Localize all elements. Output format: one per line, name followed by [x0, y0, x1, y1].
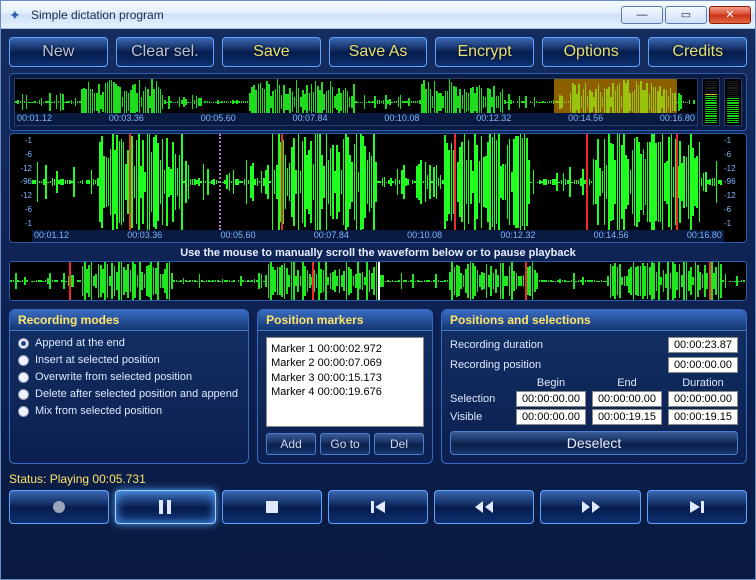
- selection-begin: 00:00:00.00: [516, 391, 586, 407]
- recording-mode-option[interactable]: Append at the end: [18, 337, 240, 349]
- marker-item[interactable]: Marker 2 00:00:07.069: [271, 356, 419, 370]
- marker-item[interactable]: Marker 1 00:00:02.972: [271, 342, 419, 356]
- minimize-button[interactable]: —: [621, 6, 663, 24]
- marker-item[interactable]: Marker 4 00:00:19.676: [271, 385, 419, 399]
- recording-mode-label: Insert at selected position: [35, 354, 160, 366]
- window-title: Simple dictation program: [31, 8, 621, 22]
- recording-mode-label: Overwrite from selected position: [35, 371, 192, 383]
- waveform-scroll[interactable]: [9, 261, 747, 301]
- credits-button[interactable]: Credits: [648, 37, 747, 67]
- waveform-overview[interactable]: 00:01.1200:03.3600:05.6000:07.8400:10.08…: [14, 78, 698, 126]
- positions-panel: Positions and selections Recording durat…: [441, 309, 747, 464]
- recording-modes-title: Recording modes: [10, 310, 248, 331]
- vu-meter-right: [724, 78, 742, 126]
- fast-forward-button[interactable]: [540, 490, 640, 524]
- marker-add-button[interactable]: Add: [266, 433, 316, 455]
- app-icon: ✦: [9, 7, 25, 23]
- marker-item[interactable]: Marker 3 00:00:15.173: [271, 371, 419, 385]
- selection-end: 00:00:00.00: [592, 391, 662, 407]
- positions-title: Positions and selections: [442, 310, 746, 331]
- position-markers-title: Position markers: [258, 310, 432, 331]
- titlebar: ✦ Simple dictation program — ▭ ✕: [1, 1, 755, 29]
- skip-start-button[interactable]: [328, 490, 428, 524]
- recording-mode-option[interactable]: Delete after selected position and appen…: [18, 388, 240, 400]
- new-button[interactable]: New: [9, 37, 108, 67]
- status-text: Status: Playing 00:05.731: [9, 472, 747, 486]
- record-button[interactable]: [9, 490, 109, 524]
- recording-mode-label: Delete after selected position and appen…: [35, 388, 238, 400]
- radio-icon: [18, 355, 29, 366]
- col-begin: Begin: [516, 377, 586, 389]
- rec-position-label: Recording position: [450, 359, 668, 371]
- pause-button[interactable]: [115, 490, 215, 524]
- radio-icon: [18, 372, 29, 383]
- overview-section: 00:01.1200:03.3600:05.6000:07.8400:10.08…: [9, 73, 747, 131]
- selection-duration: 00:00:00.00: [668, 391, 738, 407]
- radio-icon: [18, 389, 29, 400]
- options-button[interactable]: Options: [542, 37, 641, 67]
- recording-mode-option[interactable]: Overwrite from selected position: [18, 371, 240, 383]
- recording-mode-option[interactable]: Insert at selected position: [18, 354, 240, 366]
- recording-mode-option[interactable]: Mix from selected position: [18, 405, 240, 417]
- rec-duration-value: 00:00:23.87: [668, 337, 738, 353]
- rec-position-value: 00:00:00.00: [668, 357, 738, 373]
- save-button[interactable]: Save: [222, 37, 321, 67]
- scroll-hint: Use the mouse to manually scroll the wav…: [9, 247, 747, 259]
- skip-end-button[interactable]: [647, 490, 747, 524]
- marker-del-button[interactable]: Del: [374, 433, 424, 455]
- clear-sel--button[interactable]: Clear sel.: [116, 37, 215, 67]
- visible-begin: 00:00:00.00: [516, 409, 586, 425]
- recording-modes-panel: Recording modes Append at the end Insert …: [9, 309, 249, 464]
- markers-list[interactable]: Marker 1 00:00:02.972Marker 2 00:00:07.0…: [266, 337, 424, 427]
- recording-mode-label: Mix from selected position: [35, 405, 162, 417]
- deselect-button[interactable]: Deselect: [450, 431, 738, 455]
- row-selection-label: Selection: [450, 393, 510, 405]
- row-visible-label: Visible: [450, 411, 510, 423]
- marker-goto-button[interactable]: Go to: [320, 433, 370, 455]
- waveform-main[interactable]: -1-6-12-96-12-6-1 -1-6-12-96-12-6-1 00:0…: [9, 133, 747, 243]
- position-markers-panel: Position markers Marker 1 00:00:02.972Ma…: [257, 309, 433, 464]
- recording-mode-label: Append at the end: [35, 337, 125, 349]
- radio-icon: [18, 338, 29, 349]
- rec-duration-label: Recording duration: [450, 339, 668, 351]
- maximize-button[interactable]: ▭: [665, 6, 707, 24]
- transport-bar: [9, 490, 747, 524]
- visible-duration: 00:00:19.15: [668, 409, 738, 425]
- visible-end: 00:00:19.15: [592, 409, 662, 425]
- stop-button[interactable]: [222, 490, 322, 524]
- col-end: End: [592, 377, 662, 389]
- rewind-button[interactable]: [434, 490, 534, 524]
- vu-meter-left: [702, 78, 720, 126]
- encrypt-button[interactable]: Encrypt: [435, 37, 534, 67]
- close-button[interactable]: ✕: [709, 6, 751, 24]
- main-toolbar: New Clear sel.Save Save AsEncrypt OptionsCr…: [9, 37, 747, 67]
- save-as-button[interactable]: Save As: [329, 37, 428, 67]
- col-duration: Duration: [668, 377, 738, 389]
- radio-icon: [18, 406, 29, 417]
